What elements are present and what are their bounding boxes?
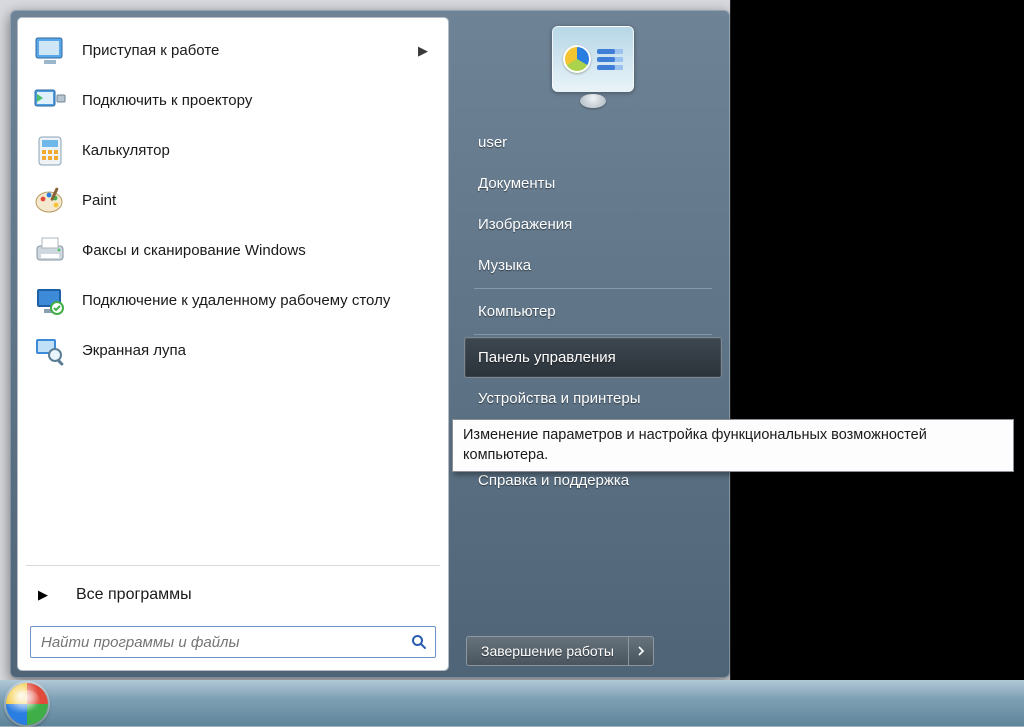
right-item-label: user	[478, 134, 507, 151]
right-item-documents[interactable]: Документы	[464, 163, 722, 204]
program-item-label: Калькулятор	[82, 142, 434, 161]
tooltip-text: Изменение параметров и настройка функцио…	[463, 427, 927, 463]
program-item-label: Приступая к работе	[82, 42, 404, 61]
program-item-remote-desktop[interactable]: Подключение к удаленному рабочему столу	[24, 276, 442, 326]
program-item-label: Paint	[82, 192, 434, 211]
taskbar[interactable]	[0, 680, 1024, 727]
right-item-label: Компьютер	[478, 303, 556, 320]
right-item-control-panel[interactable]: Панель управления	[464, 337, 722, 378]
search-icon	[411, 634, 427, 650]
magnifier-icon	[32, 333, 68, 369]
paint-icon	[32, 183, 68, 219]
start-menu-left-pane: Приступая к работе ▶ Подключить к проект…	[18, 18, 448, 670]
program-item-label: Экранная лупа	[82, 342, 434, 361]
getting-started-icon	[32, 33, 68, 69]
shutdown-button[interactable]: Завершение работы	[466, 636, 628, 666]
right-item-computer[interactable]: Компьютер	[464, 291, 722, 332]
program-item-label: Подключить к проектору	[82, 92, 434, 111]
shutdown-split-button: Завершение работы	[466, 636, 654, 666]
right-pane-divider	[474, 334, 712, 335]
all-programs-arrow-icon: ▶	[38, 587, 48, 603]
right-item-label: Справка и поддержка	[478, 472, 629, 489]
search-box[interactable]	[30, 626, 436, 658]
start-menu-right-pane: user Документы Изображения Музыка Компью…	[456, 10, 730, 678]
right-item-label: Устройства и принтеры	[478, 390, 640, 407]
control-panel-tooltip: Изменение параметров и настройка функцио…	[452, 419, 1014, 472]
user-picture-shadow	[580, 94, 606, 108]
right-item-label: Изображения	[478, 216, 572, 233]
shutdown-label: Завершение работы	[481, 643, 614, 659]
program-item-getting-started[interactable]: Приступая к работе ▶	[24, 26, 442, 76]
remote-desktop-icon	[32, 283, 68, 319]
right-item-devices-printers[interactable]: Устройства и принтеры	[464, 378, 722, 419]
program-item-label: Подключение к удаленному рабочему столу	[82, 292, 434, 311]
start-menu: Приступая к работе ▶ Подключить к проект…	[10, 10, 730, 678]
calculator-icon	[32, 133, 68, 169]
right-item-music[interactable]: Музыка	[464, 245, 722, 286]
all-programs-label: Все программы	[76, 586, 192, 604]
search-box-wrap	[18, 618, 448, 670]
right-item-pictures[interactable]: Изображения	[464, 204, 722, 245]
right-item-label: Музыка	[478, 257, 531, 274]
divider	[26, 565, 440, 566]
submenu-arrow-icon: ▶	[418, 43, 434, 59]
chevron-right-icon	[636, 646, 646, 656]
right-item-label: Панель управления	[478, 349, 616, 366]
program-item-projector[interactable]: Подключить к проектору	[24, 76, 442, 126]
start-orb[interactable]	[6, 683, 48, 725]
control-panel-icon	[563, 45, 623, 73]
right-item-label: Документы	[478, 175, 555, 192]
right-pane-divider	[474, 288, 712, 289]
right-item-user[interactable]: user	[464, 122, 722, 163]
program-item-fax-scan[interactable]: Факсы и сканирование Windows	[24, 226, 442, 276]
program-item-paint[interactable]: Paint	[24, 176, 442, 226]
desktop-area[interactable]	[730, 0, 1024, 680]
program-list: Приступая к работе ▶ Подключить к проект…	[18, 18, 448, 561]
program-item-magnifier[interactable]: Экранная лупа	[24, 326, 442, 376]
fax-scan-icon	[32, 233, 68, 269]
program-item-calculator[interactable]: Калькулятор	[24, 126, 442, 176]
program-item-label: Факсы и сканирование Windows	[82, 242, 434, 261]
user-picture-frame[interactable]	[552, 26, 634, 92]
all-programs[interactable]: ▶ Все программы	[18, 570, 448, 618]
search-input[interactable]	[41, 634, 403, 651]
screen: Приступая к работе ▶ Подключить к проект…	[0, 0, 1024, 727]
projector-icon	[32, 83, 68, 119]
shutdown-options-button[interactable]	[628, 636, 654, 666]
